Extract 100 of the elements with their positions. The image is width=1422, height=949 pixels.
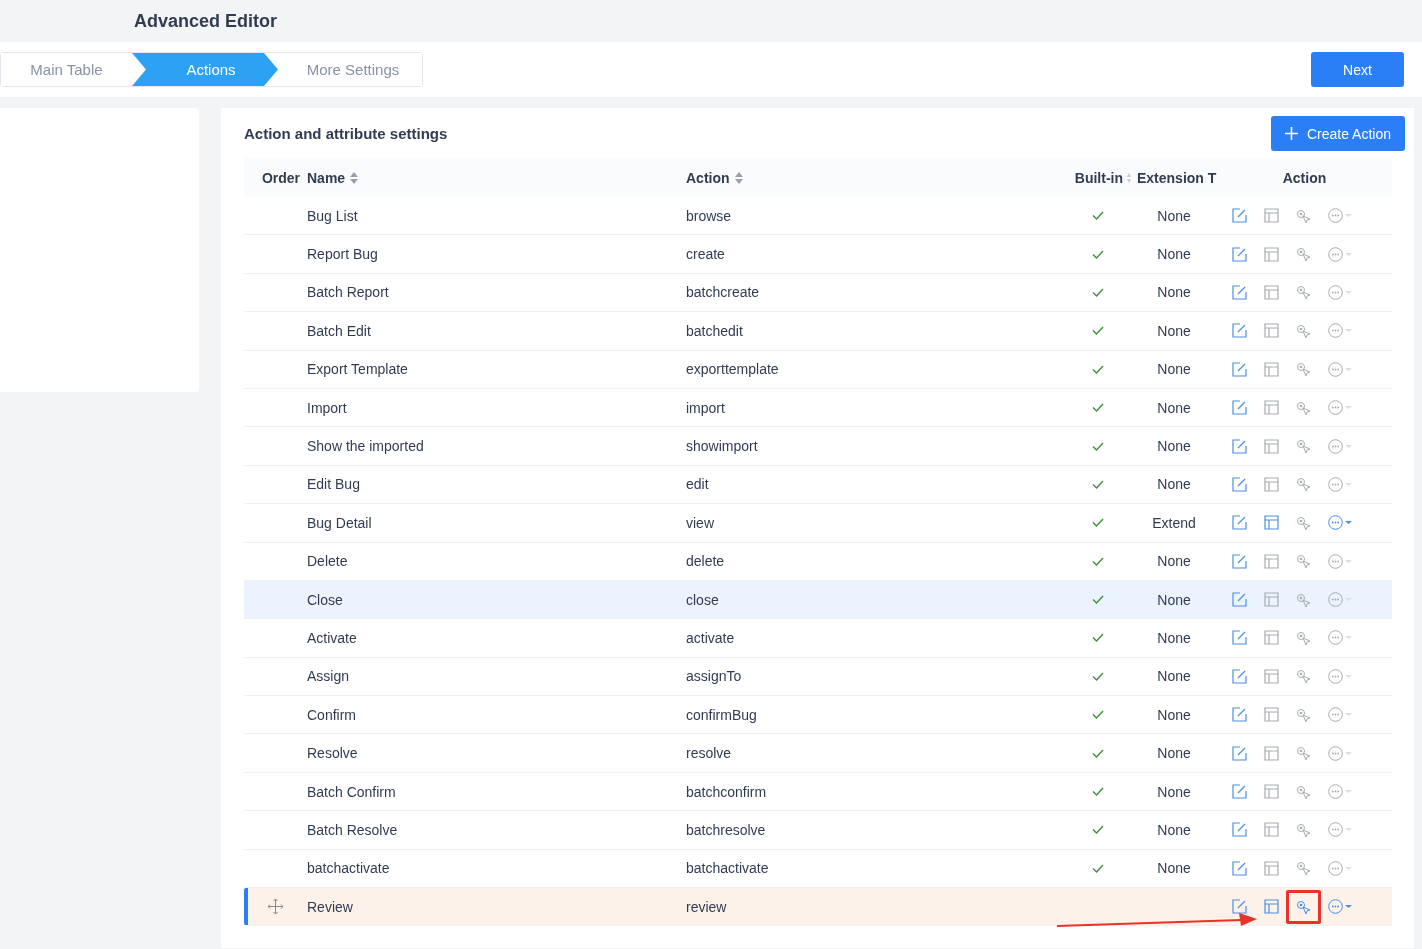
table-row[interactable]: Edit Bug edit None xyxy=(244,465,1392,505)
layout-icon[interactable] xyxy=(1264,438,1279,454)
pointer-icon[interactable] xyxy=(1296,515,1311,530)
edit-icon[interactable] xyxy=(1232,284,1247,300)
table-row[interactable]: Report Bug create None xyxy=(244,235,1392,274)
edit-icon[interactable] xyxy=(1232,476,1247,492)
table-row[interactable]: Activate activate None xyxy=(244,619,1392,658)
more-dropdown-icon[interactable] xyxy=(1328,592,1354,608)
edit-icon[interactable] xyxy=(1232,745,1247,761)
layout-icon[interactable] xyxy=(1264,860,1279,876)
more-dropdown-icon[interactable] xyxy=(1328,784,1354,800)
pointer-icon[interactable] xyxy=(1296,554,1311,569)
more-dropdown-icon[interactable] xyxy=(1328,515,1354,531)
layout-icon[interactable] xyxy=(1264,361,1279,377)
more-dropdown-icon[interactable] xyxy=(1328,707,1354,723)
table-row[interactable]: Confirm confirmBug None xyxy=(244,696,1392,735)
table-row[interactable]: Batch Edit batchedit None xyxy=(244,312,1392,351)
layout-icon[interactable] xyxy=(1264,707,1279,723)
table-row[interactable]: Batch Confirm batchconfirm None xyxy=(244,772,1392,812)
edit-icon[interactable] xyxy=(1232,323,1247,339)
more-dropdown-icon[interactable] xyxy=(1328,208,1354,224)
pointer-icon[interactable] xyxy=(1296,631,1311,645)
layout-icon[interactable] xyxy=(1264,592,1279,608)
table-row[interactable]: Bug List browse None xyxy=(244,197,1392,236)
edit-icon[interactable] xyxy=(1232,784,1247,800)
edit-icon[interactable] xyxy=(1232,592,1247,608)
layout-icon[interactable] xyxy=(1264,745,1279,761)
layout-icon[interactable] xyxy=(1264,553,1279,569)
pointer-icon[interactable] xyxy=(1296,592,1311,607)
pointer-icon[interactable] xyxy=(1296,707,1311,722)
layout-icon[interactable] xyxy=(1264,668,1279,684)
edit-icon[interactable] xyxy=(1232,668,1247,684)
more-dropdown-icon[interactable] xyxy=(1328,822,1354,838)
table-row[interactable]: Show the imported showimport None xyxy=(244,427,1392,466)
sort-icon[interactable] xyxy=(350,171,359,184)
edit-icon[interactable] xyxy=(1232,208,1247,224)
edit-icon[interactable] xyxy=(1232,630,1247,646)
layout-icon[interactable] xyxy=(1264,630,1279,646)
layout-icon[interactable] xyxy=(1264,400,1279,416)
pointer-icon[interactable] xyxy=(1296,477,1311,492)
table-row[interactable]: Bug Detail view Extend xyxy=(244,504,1392,543)
table-row[interactable]: Close close None xyxy=(244,580,1392,620)
sort-icon[interactable] xyxy=(734,171,743,184)
layout-icon[interactable] xyxy=(1264,822,1279,838)
layout-icon[interactable] xyxy=(1264,246,1279,262)
edit-icon[interactable] xyxy=(1232,899,1247,915)
layout-icon[interactable] xyxy=(1264,284,1279,300)
more-dropdown-icon[interactable] xyxy=(1328,284,1354,300)
layout-icon[interactable] xyxy=(1264,899,1279,915)
more-dropdown-icon[interactable] xyxy=(1328,476,1354,492)
edit-icon[interactable] xyxy=(1232,246,1247,262)
layout-icon[interactable] xyxy=(1264,323,1279,339)
edit-icon[interactable] xyxy=(1232,515,1247,531)
drag-handle-icon[interactable] xyxy=(268,899,283,915)
more-dropdown-icon[interactable] xyxy=(1328,323,1354,339)
layout-icon[interactable] xyxy=(1264,515,1279,531)
edit-icon[interactable] xyxy=(1232,822,1247,838)
layout-icon[interactable] xyxy=(1264,208,1279,224)
edit-icon[interactable] xyxy=(1232,860,1247,876)
more-dropdown-icon[interactable] xyxy=(1328,745,1354,761)
edit-icon[interactable] xyxy=(1232,361,1247,377)
table-row[interactable]: Resolve resolve None xyxy=(244,734,1392,773)
pointer-icon[interactable] xyxy=(1296,247,1311,262)
pointer-icon[interactable] xyxy=(1296,669,1311,684)
pointer-icon[interactable] xyxy=(1296,746,1311,761)
edit-icon[interactable] xyxy=(1232,553,1247,569)
more-dropdown-icon[interactable] xyxy=(1328,860,1354,876)
more-dropdown-icon[interactable] xyxy=(1328,630,1354,646)
pointer-icon[interactable] xyxy=(1296,822,1311,837)
next-button[interactable]: Next xyxy=(1311,52,1404,87)
table-row[interactable]: Import import None xyxy=(244,388,1392,428)
edit-icon[interactable] xyxy=(1232,438,1247,454)
pointer-icon[interactable] xyxy=(1296,400,1311,415)
pointer-icon[interactable] xyxy=(1296,285,1311,300)
more-dropdown-icon[interactable] xyxy=(1328,668,1354,684)
edit-icon[interactable] xyxy=(1232,400,1247,416)
layout-icon[interactable] xyxy=(1264,784,1279,800)
more-dropdown-icon[interactable] xyxy=(1328,899,1354,915)
more-dropdown-icon[interactable] xyxy=(1328,438,1354,454)
pointer-icon[interactable] xyxy=(1296,861,1311,876)
sort-icon[interactable] xyxy=(1127,172,1131,183)
more-dropdown-icon[interactable] xyxy=(1328,361,1354,377)
edit-icon[interactable] xyxy=(1232,707,1247,723)
pointer-icon[interactable] xyxy=(1296,439,1311,454)
pointer-icon[interactable] xyxy=(1296,784,1311,799)
table-row[interactable]: Assign assignTo None xyxy=(244,657,1392,697)
more-dropdown-icon[interactable] xyxy=(1328,400,1354,416)
more-dropdown-icon[interactable] xyxy=(1328,553,1354,569)
pointer-icon[interactable] xyxy=(1296,323,1311,338)
table-row[interactable]: Batch Report batchcreate None xyxy=(244,273,1392,313)
pointer-icon[interactable] xyxy=(1296,362,1311,377)
table-row[interactable]: Export Template exporttemplate None xyxy=(244,350,1392,389)
table-row[interactable]: Batch Resolve batchresolve None xyxy=(244,811,1392,850)
more-dropdown-icon[interactable] xyxy=(1328,246,1354,262)
table-row[interactable]: Review review xyxy=(244,888,1392,927)
create-action-button[interactable]: Create Action xyxy=(1270,116,1405,151)
layout-icon[interactable] xyxy=(1264,476,1279,492)
table-row[interactable]: Delete delete None xyxy=(244,542,1392,581)
pointer-icon[interactable] xyxy=(1296,208,1311,223)
pointer-icon[interactable] xyxy=(1296,899,1311,914)
